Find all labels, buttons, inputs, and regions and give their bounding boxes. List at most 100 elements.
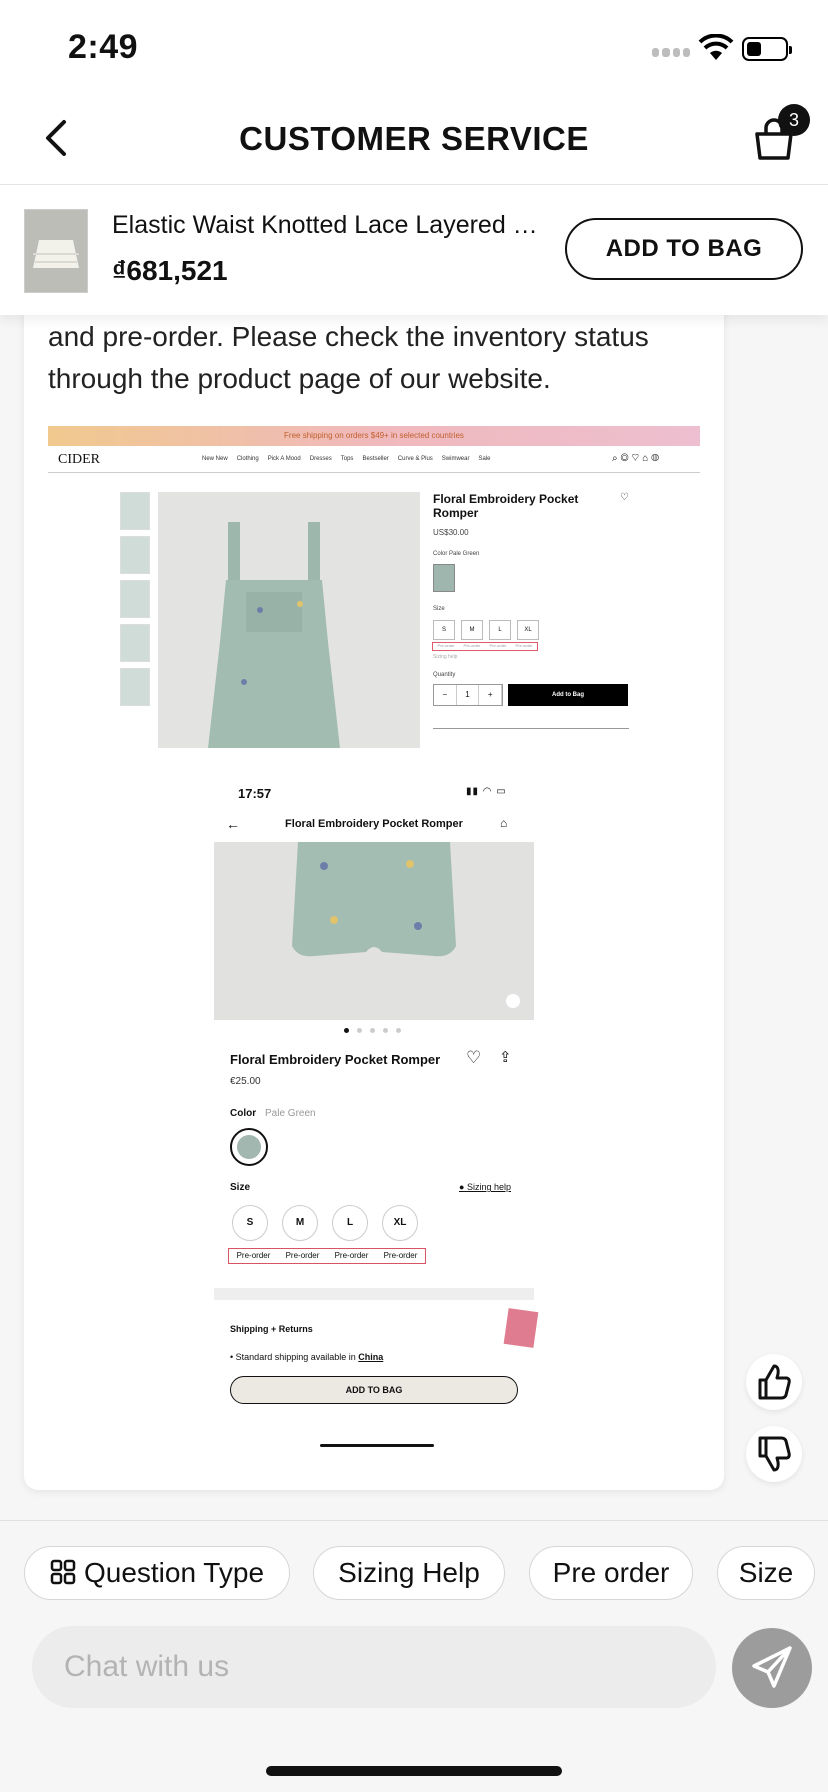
desktop-quantity-label: Quantity	[433, 672, 456, 678]
mobile-preorder-label: Pre-order	[383, 1251, 418, 1260]
desktop-menu-item: Tops	[340, 456, 354, 462]
mobile-preorder-label: Pre-order	[285, 1251, 320, 1260]
shopping-bag-icon: ⌂	[500, 816, 508, 830]
desktop-menu-item: Bestseller	[362, 456, 389, 462]
mobile-add-to-bag: ADD TO BAG	[230, 1376, 518, 1404]
desktop-menu-item: Sale	[478, 456, 491, 462]
desktop-preorder-label: Pre-order	[515, 643, 533, 648]
desktop-size-option: XL	[517, 620, 539, 640]
mobile-price: €25.00	[230, 1076, 261, 1087]
send-icon	[752, 1646, 792, 1688]
desktop-color-label: Color Pale Green	[433, 551, 480, 557]
desktop-menu-item: Dresses	[309, 456, 332, 462]
product-name: Elastic Waist Knotted Lace Layered Mini …	[112, 211, 542, 239]
mobile-color-swatch	[230, 1128, 268, 1166]
mobile-home-indicator	[320, 1444, 434, 1447]
mobile-page-title: Floral Embroidery Pocket Romper	[285, 818, 463, 830]
mobile-shipping-line: • Standard shipping available in China	[230, 1352, 383, 1362]
desktop-size-label: Size	[433, 606, 445, 612]
divider	[433, 728, 629, 729]
mobile-shipping-text: Standard shipping available in	[235, 1352, 359, 1362]
desktop-screenshot-image[interactable]: Free shipping on orders $49+ in selected…	[48, 426, 700, 748]
chip-pre-order[interactable]: Pre order	[529, 1546, 693, 1600]
battery-icon	[742, 37, 792, 61]
desktop-menu-item: Curve & Plus	[397, 456, 433, 462]
mobile-shipping-country: China	[358, 1352, 384, 1362]
mobile-product-photo	[214, 842, 534, 1020]
mobile-color-label: Color	[230, 1108, 257, 1119]
desktop-color-swatch	[433, 564, 455, 592]
image-pager-dots	[344, 1028, 401, 1033]
desktop-qty-minus: −	[434, 685, 457, 705]
desktop-promo-banner: Free shipping on orders $49+ in selected…	[48, 426, 700, 446]
mobile-preorder-highlight: Pre-order Pre-order Pre-order Pre-order	[228, 1248, 426, 1264]
thumbs-down-button[interactable]	[746, 1426, 802, 1482]
desktop-header-icons: ⌕◎♡⌂◍	[612, 453, 663, 464]
product-thumbnail[interactable]	[24, 209, 88, 293]
bullet-icon: •	[230, 1352, 234, 1362]
mobile-size-option: L	[332, 1205, 368, 1241]
product-price: ₫681,521	[112, 255, 228, 286]
chip-question-type[interactable]: Question Type	[24, 1546, 290, 1600]
mobile-status-time: 17:57	[238, 786, 272, 801]
desktop-sizing-help: Sizing help	[433, 654, 458, 660]
desktop-qty-value: 1	[457, 685, 480, 705]
send-button[interactable]	[732, 1628, 812, 1708]
mobile-size-options: S M L XL	[232, 1205, 418, 1241]
thumbs-up-button[interactable]	[746, 1354, 802, 1410]
desktop-logo: CIDER	[58, 452, 100, 467]
add-to-bag-button[interactable]: ADD TO BAG	[565, 218, 803, 280]
desktop-product-photo	[158, 492, 420, 748]
mobile-sizing-help-text: Sizing help	[466, 1182, 511, 1192]
desktop-size-option: M	[461, 620, 483, 640]
bag-count-badge: 3	[778, 104, 810, 136]
desktop-quantity-stepper: − 1 +	[433, 684, 503, 706]
message-text: and pre-order. Please check the inventor…	[48, 321, 649, 394]
divider	[48, 472, 700, 473]
desktop-size-options: S M L XL	[433, 620, 539, 640]
desktop-size-option: S	[433, 620, 455, 640]
desktop-preorder-label: Pre-order	[437, 643, 455, 648]
desktop-preorder-label: Pre-order	[489, 643, 507, 648]
desktop-menu: New New Clothing Pick A Mood Dresses Top…	[202, 456, 490, 462]
mobile-color-value: Pale Green	[265, 1108, 316, 1119]
divider	[214, 1288, 534, 1300]
mobile-screenshot-image[interactable]: 17:57 ▮▮ ◠ ▭ ← Floral Embroidery Pocket …	[214, 778, 539, 1468]
promo-tag-icon	[503, 1308, 539, 1348]
thumbs-up-icon	[758, 1364, 791, 1400]
desktop-menu-item: New New	[202, 456, 228, 462]
mobile-size-option: M	[282, 1205, 318, 1241]
heart-icon: ♡	[620, 492, 629, 503]
status-bar: 2:49	[0, 0, 828, 92]
page-title: CUSTOMER SERVICE	[239, 120, 589, 157]
grid-icon	[50, 1559, 76, 1585]
mobile-preorder-label: Pre-order	[236, 1251, 271, 1260]
desktop-qty-plus: +	[479, 685, 503, 705]
mobile-shipping-title: Shipping + Returns	[230, 1324, 313, 1334]
home-indicator	[266, 1766, 562, 1776]
mobile-size-label: Size	[230, 1182, 251, 1193]
mobile-preorder-label: Pre-order	[334, 1251, 369, 1260]
desktop-thumbnails	[120, 492, 150, 706]
top-nav: CUSTOMER SERVICE 3	[0, 92, 828, 185]
desktop-preorder-highlight: Pre-order Pre-order Pre-order Pre-order	[432, 642, 538, 651]
divider	[0, 1520, 828, 1521]
cellular-signal-icon	[652, 48, 690, 60]
desktop-size-option: L	[489, 620, 511, 640]
chip-size[interactable]: Size	[717, 1546, 815, 1600]
chip-sizing-help[interactable]: Sizing Help	[313, 1546, 505, 1600]
wifi-icon	[698, 34, 734, 60]
desktop-menu-item: Pick A Mood	[267, 456, 301, 462]
heart-icon: ♡	[466, 1048, 482, 1067]
chat-input[interactable]	[32, 1626, 716, 1708]
chat-message-card: and pre-order. Please check the inventor…	[24, 300, 724, 1490]
mobile-size-option: S	[232, 1205, 268, 1241]
thumbs-down-icon	[758, 1436, 791, 1472]
desktop-menu-item: Clothing	[236, 456, 259, 462]
mobile-product-name: Floral Embroidery Pocket Romper	[230, 1052, 441, 1067]
desktop-add-to-bag: Add to Bag	[508, 684, 628, 706]
desktop-price: US$30.00	[433, 528, 469, 537]
product-bar: Elastic Waist Knotted Lace Layered Mini …	[0, 185, 828, 315]
help-icon: ●	[459, 1182, 465, 1192]
mobile-sizing-help-link: ● Sizing help	[459, 1182, 511, 1192]
